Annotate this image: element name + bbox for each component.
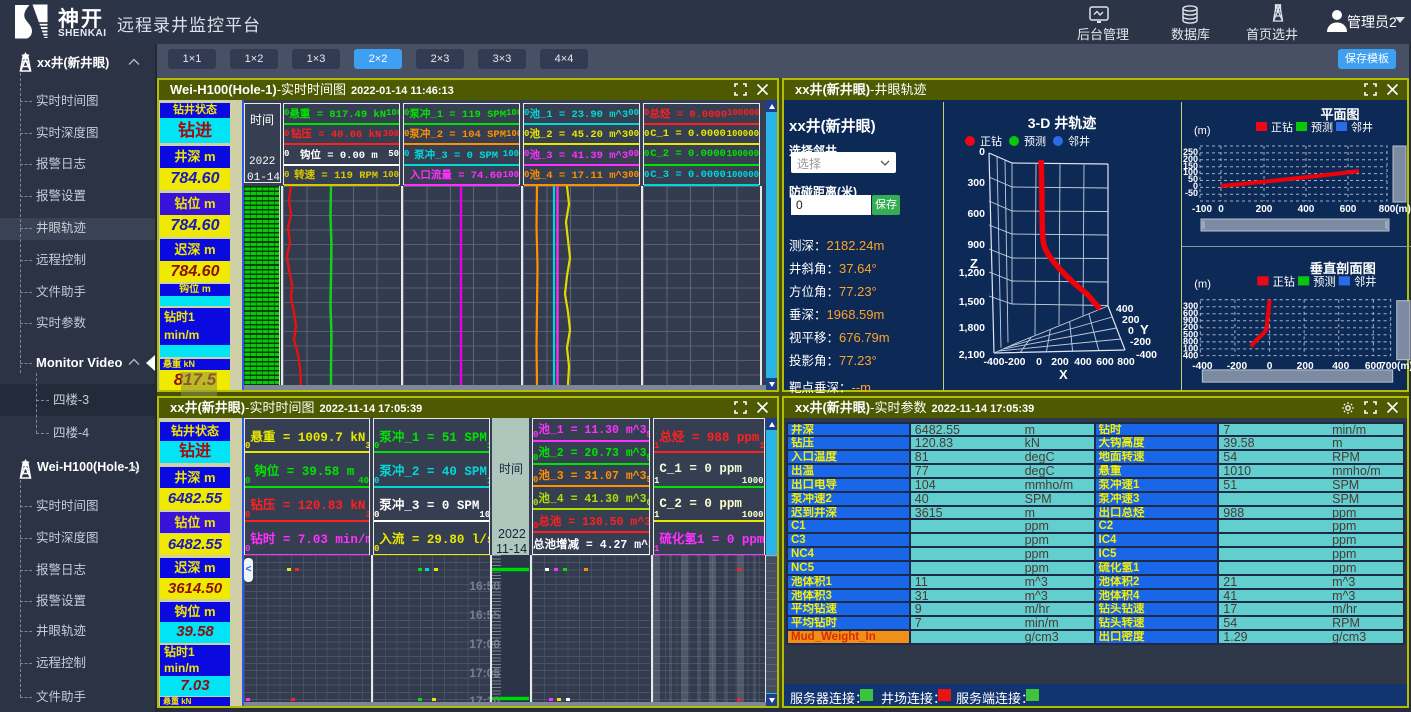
svg-text:邻井: 邻井 — [1068, 134, 1090, 148]
svg-text:正钻: 正钻 — [1273, 274, 1295, 288]
svg-text:600: 600 — [1096, 356, 1114, 368]
svg-text:-400: -400 — [983, 356, 1004, 368]
svg-text:2,100: 2,100 — [959, 349, 985, 361]
svg-text:邻井: 邻井 — [1354, 274, 1376, 288]
svg-text:Y: Y — [1140, 322, 1149, 337]
svg-text:900: 900 — [967, 239, 985, 251]
svg-text:1,800: 1,800 — [959, 322, 985, 334]
svg-text:0: 0 — [979, 146, 985, 158]
svg-text:800: 800 — [1117, 356, 1135, 368]
svg-text:800: 800 — [1379, 204, 1396, 215]
svg-text:预测: 预测 — [1024, 135, 1046, 148]
svg-text:1,500: 1,500 — [959, 296, 985, 308]
svg-text:-50: -50 — [1185, 188, 1198, 198]
svg-text:预测: 预测 — [1311, 121, 1333, 134]
svg-text:Z: Z — [970, 256, 978, 271]
svg-text:(m): (m) — [1194, 278, 1211, 290]
svg-text:(m): (m) — [1397, 361, 1411, 372]
svg-text:0: 0 — [1036, 356, 1042, 368]
svg-text:400: 400 — [1298, 204, 1315, 215]
svg-text:600: 600 — [967, 208, 985, 220]
svg-text:400: 400 — [1183, 351, 1198, 361]
svg-text:预测: 预测 — [1313, 275, 1335, 288]
svg-text:-400: -400 — [1136, 349, 1157, 361]
svg-text:-100: -100 — [1192, 204, 1212, 215]
svg-text:300: 300 — [967, 177, 985, 189]
svg-text:X: X — [1059, 367, 1068, 382]
svg-text:平面图: 平面图 — [1320, 107, 1359, 122]
svg-text:400: 400 — [1074, 356, 1092, 368]
svg-text:600: 600 — [1340, 204, 1357, 215]
svg-text:-200: -200 — [1130, 336, 1151, 348]
svg-text:(m): (m) — [1194, 125, 1211, 137]
svg-text:200: 200 — [1256, 204, 1273, 215]
svg-text:3-D 井轨迹: 3-D 井轨迹 — [1028, 115, 1096, 131]
svg-text:邻井: 邻井 — [1351, 120, 1373, 134]
svg-text:-200: -200 — [1004, 356, 1025, 368]
svg-text:0: 0 — [1218, 204, 1224, 215]
svg-text:垂直剖面图: 垂直剖面图 — [1310, 260, 1376, 276]
svg-text:正钻: 正钻 — [1271, 120, 1293, 134]
svg-text:(m): (m) — [1395, 204, 1411, 215]
